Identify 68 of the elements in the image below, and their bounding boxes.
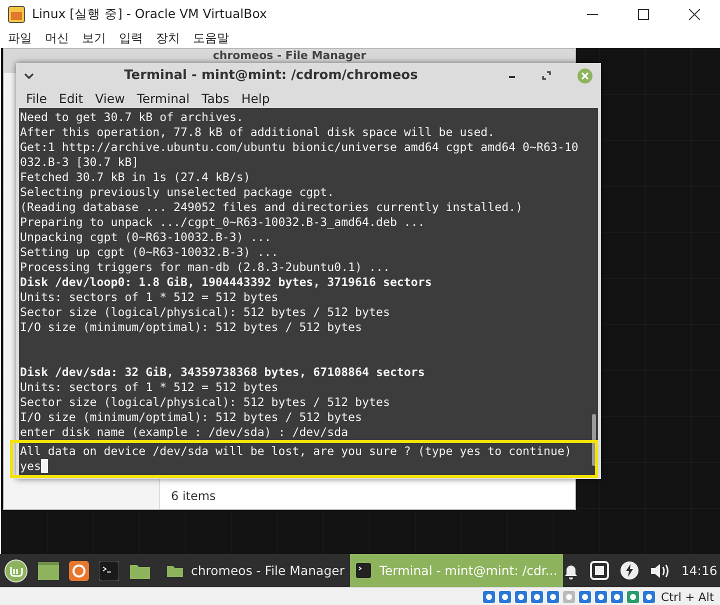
chevron-down-icon[interactable] [24, 72, 34, 78]
menu-item[interactable]: Terminal [130, 90, 196, 106]
device-icon[interactable] [482, 590, 496, 604]
terminal-line: Selecting previously unselected package cgpt. [20, 185, 336, 200]
device-icon[interactable] [610, 590, 624, 604]
device-icon[interactable] [594, 590, 608, 604]
terminal-line: Disk /dev/loop0: 1.8 GiB, 1904443392 bytes, 3719616 sectors [20, 275, 433, 290]
device-icon[interactable] [514, 590, 528, 604]
network-icon[interactable] [590, 561, 610, 580]
terminal-line: Sector size (logical/physical): 512 bytes / 512 bytes [20, 305, 391, 320]
menu-item[interactable]: Help [235, 90, 276, 106]
close-icon[interactable] [689, 9, 700, 20]
window-title: chromeos - File Manager [212, 49, 366, 62]
volume-icon[interactable] [650, 562, 670, 580]
window-title: Terminal - mint@mint: /cdrom/chromeos [123, 68, 419, 83]
menu-item[interactable]: 보기 [77, 30, 114, 47]
terminal-line: Setting up cgpt (0~R63-10032.B-3) ... [20, 245, 280, 260]
terminal-icon[interactable] [99, 560, 119, 580]
terminal-line: (Reading database ... 249052 files and directories currently installed.) [20, 200, 524, 215]
clock[interactable]: 14:16 [681, 563, 718, 578]
menu-item[interactable]: 도움말 [188, 30, 237, 47]
terminal-line: I/O size (minimum/optimal): 512 bytes / 512 bytes [20, 320, 364, 335]
status-text: 6 items [171, 489, 216, 503]
terminal-line: Unpacking cgpt (0~R63-10032.B-3) ... [20, 230, 272, 245]
menu-item[interactable]: Edit [52, 90, 90, 106]
terminal-line: 032.B-3 [30.7 kB] [20, 155, 140, 170]
menu-item[interactable]: File [20, 90, 53, 106]
device-icon[interactable] [642, 590, 656, 604]
terminal-icon [356, 563, 372, 578]
terminal-line: Fetched 30.7 kB in 1s (27.4 kB/s) [20, 170, 252, 185]
terminal-line: After this operation, 77.8 kB of additional disk space will be used. [20, 125, 496, 140]
terminal-line: I/O size (minimum/optimal): 512 bytes / 512 bytes [20, 410, 364, 425]
menu-item[interactable]: View [89, 90, 131, 106]
terminal-line: Need to get 30.7 kB of archives. [20, 110, 244, 125]
terminal-line: Disk /dev/sda: 32 GiB, 34359738368 bytes, 67108864 sectors [20, 365, 426, 380]
menu-icon[interactable] [4, 558, 28, 582]
terminal-screen[interactable] [19, 108, 598, 476]
terminal-line: Sector size (logical/physical): 512 bytes / 512 bytes [20, 395, 391, 410]
power-icon[interactable] [620, 561, 640, 580]
menu-item[interactable]: Tabs [196, 90, 236, 106]
device-icon[interactable] [498, 590, 512, 604]
maximize-icon[interactable] [638, 9, 649, 20]
menu-item[interactable]: 입력 [114, 30, 151, 47]
device-icon[interactable] [530, 590, 544, 604]
terminal-line: Units: sectors of 1 * 512 = 512 bytes [20, 290, 280, 305]
menu-item[interactable]: 장치 [151, 30, 188, 47]
terminal-line: Processing triggers for man-db (2.8.3-2ubuntu0.1) ... [20, 260, 391, 275]
cursor [40, 459, 48, 473]
terminal-line: enter disk name (example : /dev/sda) : /dev/sda [20, 425, 350, 440]
scrollbar-thumb[interactable] [592, 414, 596, 466]
terminal-line: All data on device /dev/sda will be lost, are you sure ? (type yes to continue) [20, 444, 572, 459]
menu-item[interactable]: 머신 [40, 30, 77, 47]
terminal-line: Get:1 http://archive.ubuntu.com/ubuntu bionic/universe amd64 cgpt amd64 0~R63-10 [20, 140, 580, 155]
taskbar-button[interactable]: chromeos - File Manager [161, 554, 350, 587]
folder-icon [167, 564, 183, 577]
maximize-icon[interactable] [542, 71, 551, 80]
menu-item[interactable]: 파일 [3, 30, 40, 47]
device-icon[interactable] [578, 590, 592, 604]
device-icon[interactable] [546, 590, 560, 604]
app-icon [8, 6, 25, 23]
device-icon[interactable] [626, 590, 640, 604]
host-key-label: Ctrl + Alt [661, 590, 714, 604]
desktop-icon[interactable] [38, 562, 59, 580]
browser-icon[interactable] [69, 560, 89, 580]
terminal-line: Units: sectors of 1 * 512 = 512 bytes [20, 380, 280, 395]
typed-text: yes [20, 459, 41, 474]
window-title: Linux [실행 중] - Oracle VM VirtualBox [32, 6, 268, 23]
terminal-line: Preparing to unpack .../cgpt_0~R63-10032.B-3_amd64.deb ... [20, 215, 426, 230]
